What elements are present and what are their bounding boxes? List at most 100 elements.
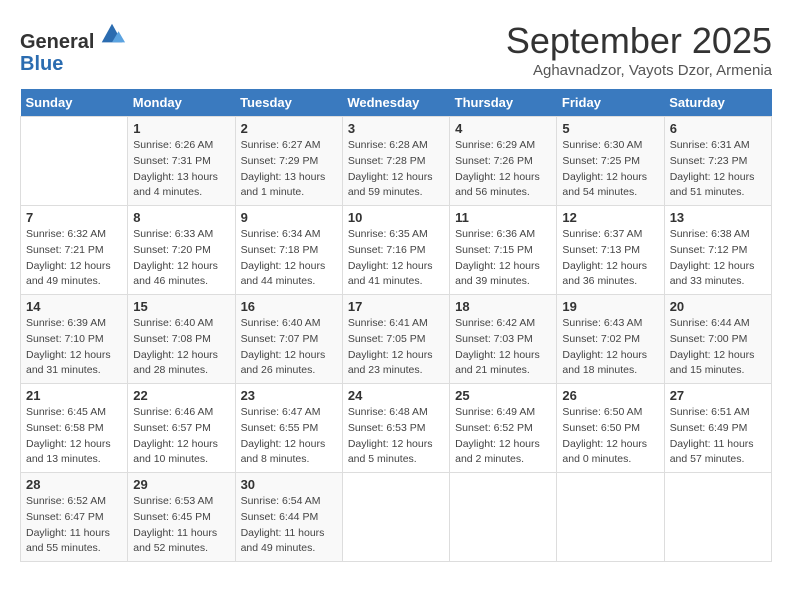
calendar-week-row: 28 Sunrise: 6:52 AMSunset: 6:47 PMDayligh… [21,473,772,562]
day-info: Sunrise: 6:35 AMSunset: 7:16 PMDaylight:… [348,227,444,290]
day-number: 29 [133,477,229,492]
calendar-week-row: 21 Sunrise: 6:45 AMSunset: 6:58 PMDayligh… [21,384,772,473]
day-number: 3 [348,121,444,136]
day-number: 23 [241,388,337,403]
calendar-cell: 18 Sunrise: 6:42 AMSunset: 7:03 PMDayligh… [450,295,557,384]
calendar-cell: 30 Sunrise: 6:54 AMSunset: 6:44 PMDayligh… [235,473,342,562]
calendar-cell: 13Sunrise: 6:38 AMSunset: 7:12 PMDayligh… [664,206,771,295]
calendar-cell: 21 Sunrise: 6:45 AMSunset: 6:58 PMDayligh… [21,384,128,473]
calendar-cell: 8Sunrise: 6:33 AMSunset: 7:20 PMDaylight… [128,206,235,295]
day-info: Sunrise: 6:29 AMSunset: 7:26 PMDaylight:… [455,138,551,201]
calendar-cell: 29 Sunrise: 6:53 AMSunset: 6:45 PMDayligh… [128,473,235,562]
calendar-cell: 6 Sunrise: 6:31 AMSunset: 7:23 PMDaylight… [664,117,771,206]
calendar-cell: 7Sunrise: 6:32 AMSunset: 7:21 PMDaylight… [21,206,128,295]
calendar-cell: 27Sunrise: 6:51 AMSunset: 6:49 PMDayligh… [664,384,771,473]
day-number: 1 [133,121,229,136]
calendar-cell: 15Sunrise: 6:40 AMSunset: 7:08 PMDayligh… [128,295,235,384]
day-info: Sunrise: 6:30 AMSunset: 7:25 PMDaylight:… [562,138,658,201]
day-number: 21 [26,388,122,403]
day-number: 26 [562,388,658,403]
day-info: Sunrise: 6:47 AMSunset: 6:55 PMDaylight:… [241,405,337,468]
day-number: 15 [133,299,229,314]
calendar-cell: 19 Sunrise: 6:43 AMSunset: 7:02 PMDayligh… [557,295,664,384]
calendar-cell [21,117,128,206]
day-number: 12 [562,210,658,225]
title-block: September 2025 Aghavnadzor, Vayots Dzor,… [506,20,772,79]
day-number: 30 [241,477,337,492]
calendar-cell [664,473,771,562]
calendar-cell [342,473,449,562]
day-info: Sunrise: 6:54 AMSunset: 6:44 PMDaylight:… [241,494,337,557]
calendar-cell: 23 Sunrise: 6:47 AMSunset: 6:55 PMDayligh… [235,384,342,473]
day-info: Sunrise: 6:43 AMSunset: 7:02 PMDaylight:… [562,316,658,379]
page-header: General Blue September 2025 Aghavnadzor,… [20,20,772,79]
day-info: Sunrise: 6:34 AMSunset: 7:18 PMDaylight:… [241,227,337,290]
logo-icon [98,20,126,48]
day-info: Sunrise: 6:37 AMSunset: 7:13 PMDaylight:… [562,227,658,290]
day-number: 22 [133,388,229,403]
calendar-cell: 24 Sunrise: 6:48 AMSunset: 6:53 PMDayligh… [342,384,449,473]
day-number: 27 [670,388,766,403]
day-info: Sunrise: 6:45 AMSunset: 6:58 PMDaylight:… [26,405,122,468]
day-info: Sunrise: 6:53 AMSunset: 6:45 PMDaylight:… [133,494,229,557]
calendar-cell [450,473,557,562]
calendar-cell: 17Sunrise: 6:41 AMSunset: 7:05 PMDayligh… [342,295,449,384]
calendar-week-row: 14 Sunrise: 6:39 AMSunset: 7:10 PMDayligh… [21,295,772,384]
day-info: Sunrise: 6:50 AMSunset: 6:50 PMDaylight:… [562,405,658,468]
day-number: 25 [455,388,551,403]
day-number: 24 [348,388,444,403]
day-number: 10 [348,210,444,225]
location: Aghavnadzor, Vayots Dzor, Armenia [506,62,772,79]
day-number: 9 [241,210,337,225]
calendar-cell: 16 Sunrise: 6:40 AMSunset: 7:07 PMDayligh… [235,295,342,384]
day-number: 18 [455,299,551,314]
calendar-cell: 11 Sunrise: 6:36 AMSunset: 7:15 PMDayligh… [450,206,557,295]
weekday-header-friday: Friday [557,89,664,117]
calendar-cell: 3 Sunrise: 6:28 AMSunset: 7:28 PMDaylight… [342,117,449,206]
day-number: 14 [26,299,122,314]
calendar-cell: 2 Sunrise: 6:27 AMSunset: 7:29 PMDaylight… [235,117,342,206]
day-info: Sunrise: 6:38 AMSunset: 7:12 PMDaylight:… [670,227,766,290]
day-info: Sunrise: 6:42 AMSunset: 7:03 PMDaylight:… [455,316,551,379]
day-info: Sunrise: 6:32 AMSunset: 7:21 PMDaylight:… [26,227,122,290]
day-info: Sunrise: 6:48 AMSunset: 6:53 PMDaylight:… [348,405,444,468]
day-info: Sunrise: 6:27 AMSunset: 7:29 PMDaylight:… [241,138,337,201]
day-info: Sunrise: 6:39 AMSunset: 7:10 PMDaylight:… [26,316,122,379]
day-number: 28 [26,477,122,492]
day-info: Sunrise: 6:44 AMSunset: 7:00 PMDaylight:… [670,316,766,379]
calendar-cell [557,473,664,562]
calendar-cell: 5 Sunrise: 6:30 AMSunset: 7:25 PMDaylight… [557,117,664,206]
day-info: Sunrise: 6:36 AMSunset: 7:15 PMDaylight:… [455,227,551,290]
day-number: 20 [670,299,766,314]
day-number: 5 [562,121,658,136]
logo: General Blue [20,20,126,75]
day-info: Sunrise: 6:46 AMSunset: 6:57 PMDaylight:… [133,405,229,468]
day-info: Sunrise: 6:40 AMSunset: 7:07 PMDaylight:… [241,316,337,379]
calendar-table: SundayMondayTuesdayWednesdayThursdayFrid… [20,89,772,562]
day-number: 2 [241,121,337,136]
calendar-cell: 10 Sunrise: 6:35 AMSunset: 7:16 PMDayligh… [342,206,449,295]
weekday-header-tuesday: Tuesday [235,89,342,117]
day-info: Sunrise: 6:33 AMSunset: 7:20 PMDaylight:… [133,227,229,290]
weekday-header-row: SundayMondayTuesdayWednesdayThursdayFrid… [21,89,772,117]
calendar-week-row: 7Sunrise: 6:32 AMSunset: 7:21 PMDaylight… [21,206,772,295]
calendar-cell: 4Sunrise: 6:29 AMSunset: 7:26 PMDaylight… [450,117,557,206]
day-info: Sunrise: 6:28 AMSunset: 7:28 PMDaylight:… [348,138,444,201]
calendar-cell: 25 Sunrise: 6:49 AMSunset: 6:52 PMDayligh… [450,384,557,473]
day-number: 19 [562,299,658,314]
calendar-week-row: 1Sunrise: 6:26 AMSunset: 7:31 PMDaylight… [21,117,772,206]
weekday-header-thursday: Thursday [450,89,557,117]
calendar-cell: 20 Sunrise: 6:44 AMSunset: 7:00 PMDayligh… [664,295,771,384]
day-info: Sunrise: 6:52 AMSunset: 6:47 PMDaylight:… [26,494,122,557]
calendar-cell: 14 Sunrise: 6:39 AMSunset: 7:10 PMDayligh… [21,295,128,384]
day-number: 16 [241,299,337,314]
calendar-cell: 26 Sunrise: 6:50 AMSunset: 6:50 PMDayligh… [557,384,664,473]
day-info: Sunrise: 6:49 AMSunset: 6:52 PMDaylight:… [455,405,551,468]
day-info: Sunrise: 6:31 AMSunset: 7:23 PMDaylight:… [670,138,766,201]
day-number: 17 [348,299,444,314]
calendar-cell: 22 Sunrise: 6:46 AMSunset: 6:57 PMDayligh… [128,384,235,473]
day-number: 11 [455,210,551,225]
day-number: 6 [670,121,766,136]
month-title: September 2025 [506,20,772,62]
calendar-cell: 12 Sunrise: 6:37 AMSunset: 7:13 PMDayligh… [557,206,664,295]
